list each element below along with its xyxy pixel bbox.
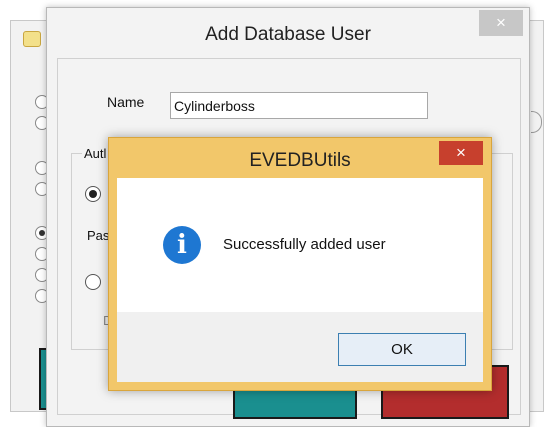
auth-radio-unselected[interactable] [85,274,101,290]
app-icon [23,31,41,47]
bg-radio-partial [531,111,542,133]
password-label: Pas [87,228,110,243]
ok-button[interactable]: OK [338,333,466,366]
authentication-group-label: Autl [82,146,109,161]
message-box: EVEDBUtils × i Successfully added user O… [108,137,492,391]
dialog-title: Add Database User [205,24,371,45]
info-glyph: i [177,230,187,260]
info-icon: i [163,226,201,264]
message-footer: OK [117,312,483,382]
close-icon[interactable]: × [479,10,523,36]
name-input[interactable]: Cylinderboss [170,92,428,119]
close-icon[interactable]: × [439,141,483,165]
message-content: i Successfully added user [117,178,483,312]
message-text: Successfully added user [223,236,386,253]
message-box-title: EVEDBUtils [249,150,351,171]
auth-radio-selected[interactable] [85,186,101,202]
name-label: Name [107,94,145,110]
